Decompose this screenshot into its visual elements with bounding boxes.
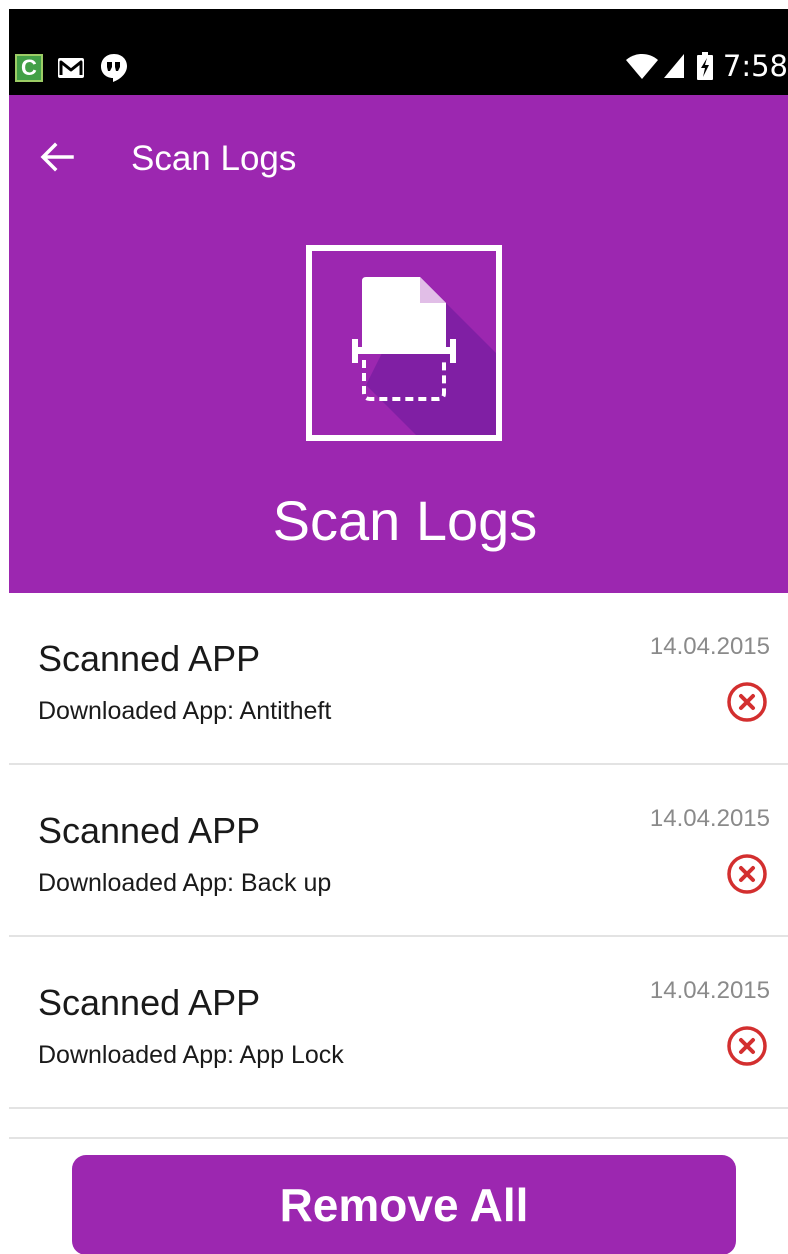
hangouts-icon xyxy=(101,54,127,82)
wifi-icon xyxy=(625,54,658,79)
log-item[interactable]: Scanned APP Downloaded App: App Lock 14.… xyxy=(9,937,788,1109)
app-header: Scan Logs Scan Logs xyxy=(9,95,788,593)
app-c-icon: C xyxy=(15,54,43,82)
log-subtitle: Downloaded App: App Lock xyxy=(38,1041,344,1069)
log-title: Scanned APP xyxy=(38,810,261,851)
log-item[interactable]: Scanned APP Downloaded App: Back up 14.0… xyxy=(9,765,788,937)
remove-log-button[interactable] xyxy=(726,853,768,895)
remove-all-button[interactable]: Remove All xyxy=(72,1155,736,1254)
log-item[interactable]: Scanned APP Downloaded App: Antitheft 14… xyxy=(9,593,788,765)
remove-log-button[interactable] xyxy=(726,1025,768,1067)
status-bar: C 7:58 xyxy=(9,9,788,95)
log-subtitle: Downloaded App: Antitheft xyxy=(38,697,332,725)
remove-log-button[interactable] xyxy=(726,681,768,723)
toolbar-title: Scan Logs xyxy=(131,139,297,178)
signal-icon xyxy=(663,54,684,78)
scan-log-list: Scanned APP Downloaded App: Antitheft 14… xyxy=(9,593,788,1139)
document-scan-icon xyxy=(306,245,502,441)
list-divider xyxy=(9,1109,788,1139)
gmail-icon xyxy=(58,58,84,78)
status-notifications: C xyxy=(15,53,129,83)
app-screen: C 7:58 Scan Logs Scan Logs Scanned APP D… xyxy=(9,9,788,1254)
log-title: Scanned APP xyxy=(38,982,261,1023)
arrow-left-icon xyxy=(40,142,74,172)
status-time: 7:58 xyxy=(722,49,788,83)
log-date: 14.04.2015 xyxy=(649,977,770,1004)
log-date: 14.04.2015 xyxy=(649,633,770,660)
log-title: Scanned APP xyxy=(38,638,261,679)
log-subtitle: Downloaded App: Back up xyxy=(38,869,332,897)
status-system: 7:58 xyxy=(625,49,788,83)
hero-title: Scan Logs xyxy=(272,489,538,552)
log-date: 14.04.2015 xyxy=(649,805,770,832)
back-button[interactable] xyxy=(35,137,79,177)
battery-charging-icon xyxy=(696,52,713,80)
